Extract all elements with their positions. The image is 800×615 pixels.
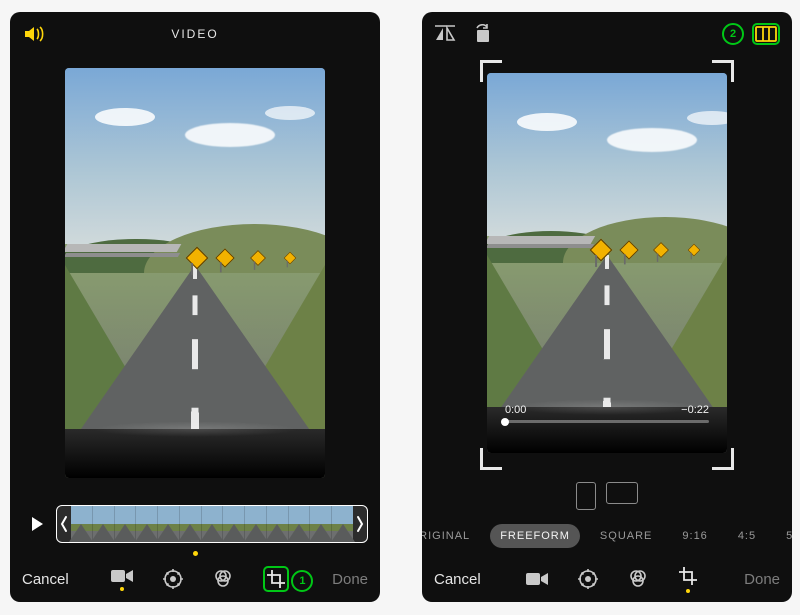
filmstrip-frames[interactable]	[71, 506, 353, 542]
video-preview[interactable]	[10, 56, 380, 490]
aspect-ratio-icon[interactable]	[755, 26, 777, 42]
play-button[interactable]	[20, 507, 54, 541]
done-button[interactable]: Done	[744, 571, 780, 588]
aspect-option-original[interactable]: ORIGINAL	[422, 524, 480, 548]
step-badge-1: 1	[291, 570, 313, 592]
crop-tab-icon[interactable]	[266, 569, 286, 589]
filmstrip-frame[interactable]	[71, 506, 93, 542]
trim-handle-right[interactable]	[353, 506, 367, 542]
header-title: VIDEO	[80, 27, 310, 41]
crop-tab-icon[interactable]	[678, 566, 698, 586]
video-frame	[65, 68, 325, 478]
aspect-option-5-7[interactable]: 5:7	[776, 524, 792, 548]
done-button[interactable]: Done	[332, 571, 368, 588]
filters-tab-icon[interactable]	[628, 569, 648, 589]
filmstrip-frame[interactable]	[136, 506, 158, 542]
filmstrip-frame[interactable]	[115, 506, 137, 542]
adjust-tab-icon[interactable]	[163, 569, 183, 589]
volume-icon[interactable]	[22, 24, 46, 44]
screen-crop-aspect: 2	[422, 12, 792, 602]
top-bar: VIDEO	[10, 12, 380, 56]
crop-preview[interactable]: 0:00 −0:22	[480, 60, 734, 470]
bottom-bar: Cancel	[10, 556, 380, 602]
adjust-tab-icon[interactable]	[578, 569, 598, 589]
filmstrip-frame[interactable]	[93, 506, 115, 542]
top-bar: 2	[422, 12, 792, 56]
filters-tab-icon[interactable]	[213, 569, 233, 589]
aspect-option-4-5[interactable]: 4:5	[728, 524, 766, 548]
filmstrip-frame[interactable]	[180, 506, 202, 542]
filmstrip-frame[interactable]	[158, 506, 180, 542]
crop-frame[interactable]	[480, 60, 734, 470]
edit-mode-tabs	[526, 566, 698, 593]
aspect-ratio-options[interactable]: ORIGINAL FREEFORM SQUARE 9:16 4:5 5:7	[422, 524, 792, 548]
crop-handle-tr[interactable]	[712, 60, 734, 82]
aspect-option-square[interactable]: SQUARE	[590, 524, 662, 548]
edit-mode-tabs: 1	[111, 566, 289, 592]
cancel-button[interactable]: Cancel	[22, 571, 69, 588]
filmstrip-frame[interactable]	[332, 506, 353, 542]
screen-edit-video: VIDEO	[10, 12, 380, 602]
aspect-option-9-16[interactable]: 9:16	[672, 524, 717, 548]
bottom-bar: Cancel	[422, 556, 792, 602]
orientation-landscape[interactable]	[606, 482, 638, 504]
crop-handle-br[interactable]	[712, 448, 734, 470]
orientation-portrait[interactable]	[576, 482, 596, 510]
filmstrip-frame[interactable]	[223, 506, 245, 542]
rotate-icon[interactable]	[472, 24, 492, 44]
flip-horizontal-icon[interactable]	[434, 25, 456, 43]
filmstrip-frame[interactable]	[289, 506, 311, 542]
crop-handle-tl[interactable]	[480, 60, 502, 82]
active-tab-dot	[686, 589, 690, 593]
aspect-ratio-highlight	[752, 23, 780, 45]
trim-filmstrip[interactable]	[56, 505, 368, 543]
crop-tab-highlight: 1	[263, 566, 289, 592]
filmstrip-frame[interactable]	[310, 506, 332, 542]
aspect-option-freeform[interactable]: FREEFORM	[490, 524, 580, 548]
active-tab-dot	[120, 587, 124, 591]
filmstrip-frame[interactable]	[245, 506, 267, 542]
filmstrip-frame[interactable]	[267, 506, 289, 542]
timeline	[20, 502, 370, 546]
cancel-button[interactable]: Cancel	[434, 571, 481, 588]
step-badge-2: 2	[722, 23, 744, 45]
video-tab-icon[interactable]	[111, 568, 133, 584]
video-tab-icon[interactable]	[526, 571, 548, 587]
crop-handle-bl[interactable]	[480, 448, 502, 470]
filmstrip-frame[interactable]	[202, 506, 224, 542]
orientation-toggle	[576, 482, 638, 510]
